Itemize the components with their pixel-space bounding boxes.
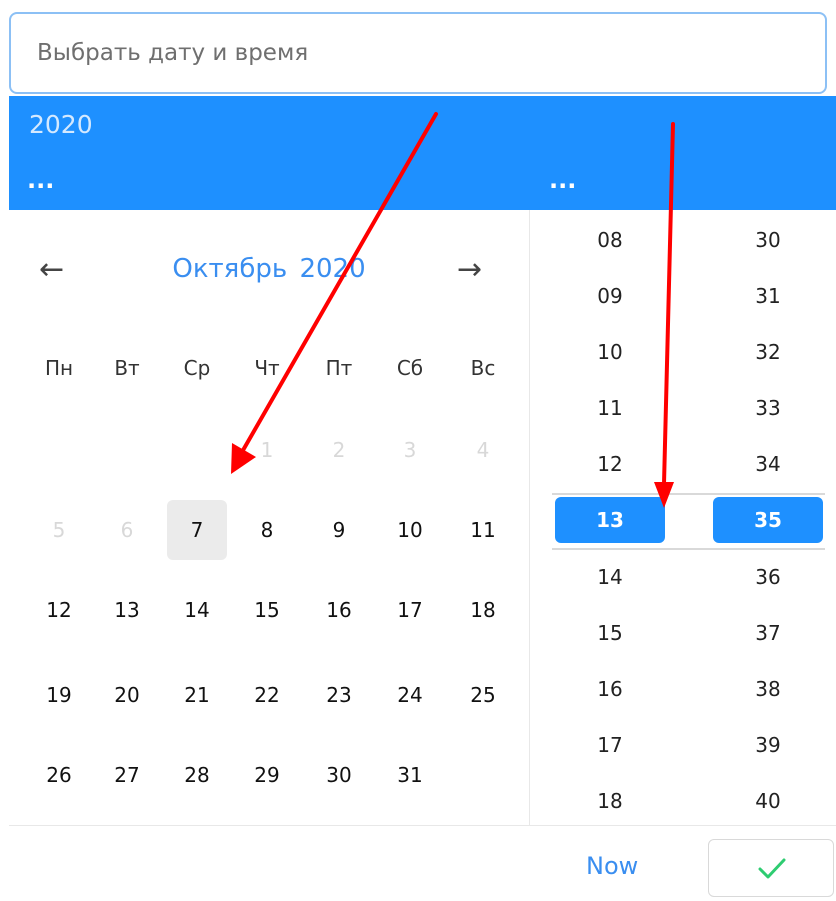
minute-option[interactable]: 34 (713, 439, 823, 489)
calendar-day[interactable]: 3 (380, 420, 440, 480)
datetime-input[interactable] (11, 14, 825, 92)
hour-option[interactable]: 12 (555, 439, 665, 489)
next-month-arrow-icon[interactable]: → (457, 252, 482, 287)
calendar-panel: ← Октябрь 2020 → Пн Вт Ср Чт Пт Сб Вс 12345678… (9, 210, 529, 825)
calendar-day[interactable]: 15 (237, 580, 297, 640)
calendar-day[interactable]: 25 (453, 665, 513, 725)
weekday-header: Чт (254, 356, 280, 380)
calendar-day[interactable]: 1 (237, 420, 297, 480)
calendar-day[interactable]: 10 (380, 500, 440, 560)
calendar-day[interactable]: 9 (309, 500, 369, 560)
now-button[interactable]: Now (586, 852, 638, 880)
calendar-day[interactable]: 7 (167, 500, 227, 560)
calendar-day[interactable]: 6 (97, 500, 157, 560)
selection-line-bottom (552, 548, 825, 550)
calendar-day[interactable]: 11 (453, 500, 513, 560)
time-panel: 08 09 10 11 12 13 14 15 16 17 18 30 31 32 33 34 35 36 37 3… (530, 210, 836, 825)
selection-line-top (552, 493, 825, 495)
hour-option[interactable]: 13 (555, 497, 665, 543)
calendar-day[interactable]: 27 (97, 745, 157, 805)
header-time-placeholder[interactable]: ... (549, 166, 576, 194)
calendar-day[interactable]: 17 (380, 580, 440, 640)
minute-option[interactable]: 32 (713, 327, 823, 377)
weekday-header: Пн (44, 356, 74, 380)
month-year[interactable]: 2020 (299, 254, 365, 284)
weekday-header: Ср (183, 356, 211, 380)
minute-option[interactable]: 37 (713, 608, 823, 658)
minute-option[interactable]: 33 (713, 383, 823, 433)
month-name[interactable]: Октябрь (172, 254, 287, 284)
hour-option[interactable]: 17 (555, 720, 665, 770)
hour-option[interactable]: 11 (555, 383, 665, 433)
checkmark-icon (758, 858, 786, 879)
weekday-header: Сб (396, 356, 424, 380)
calendar-day[interactable]: 14 (167, 580, 227, 640)
calendar-day[interactable]: 26 (29, 745, 89, 805)
weekday-header: Вт (114, 356, 140, 380)
calendar-day[interactable]: 19 (29, 665, 89, 725)
hour-option[interactable]: 09 (555, 271, 665, 321)
calendar-day[interactable]: 29 (237, 745, 297, 805)
hour-option[interactable]: 14 (555, 552, 665, 602)
minute-option[interactable]: 39 (713, 720, 823, 770)
calendar-day[interactable]: 18 (453, 580, 513, 640)
ok-button[interactable] (708, 839, 834, 897)
minute-option[interactable]: 31 (713, 271, 823, 321)
minute-option[interactable]: 30 (713, 215, 823, 265)
hour-option[interactable]: 16 (555, 664, 665, 714)
calendar-day[interactable]: 5 (29, 500, 89, 560)
weekday-header: Пт (325, 356, 353, 380)
calendar-day[interactable]: 4 (453, 420, 513, 480)
footer-divider (9, 825, 836, 826)
calendar-day[interactable]: 2 (309, 420, 369, 480)
hour-option[interactable]: 10 (555, 327, 665, 377)
calendar-day[interactable]: 12 (29, 580, 89, 640)
month-title[interactable]: Октябрь 2020 (9, 254, 529, 284)
header-date-placeholder[interactable]: ... (27, 166, 54, 194)
minute-option[interactable]: 36 (713, 552, 823, 602)
datetime-input-wrapper[interactable] (9, 12, 827, 94)
hour-option[interactable]: 15 (555, 608, 665, 658)
picker-header: 2020 ... ... (9, 96, 836, 210)
calendar-day[interactable]: 30 (309, 745, 369, 805)
weekday-header: Вс (470, 356, 496, 380)
calendar-day[interactable]: 13 (97, 580, 157, 640)
calendar-day[interactable]: 21 (167, 665, 227, 725)
minute-option[interactable]: 38 (713, 664, 823, 714)
calendar-day[interactable]: 22 (237, 665, 297, 725)
hour-option[interactable]: 08 (555, 215, 665, 265)
minute-option[interactable]: 40 (713, 776, 823, 825)
calendar-day[interactable]: 16 (309, 580, 369, 640)
calendar-day[interactable]: 20 (97, 665, 157, 725)
calendar-day[interactable]: 24 (380, 665, 440, 725)
calendar-day[interactable]: 28 (167, 745, 227, 805)
calendar-day[interactable]: 23 (309, 665, 369, 725)
calendar-day[interactable]: 31 (380, 745, 440, 805)
calendar-day[interactable]: 8 (237, 500, 297, 560)
minute-option[interactable]: 35 (713, 497, 823, 543)
hour-option[interactable]: 18 (555, 776, 665, 825)
header-year[interactable]: 2020 (29, 110, 93, 139)
